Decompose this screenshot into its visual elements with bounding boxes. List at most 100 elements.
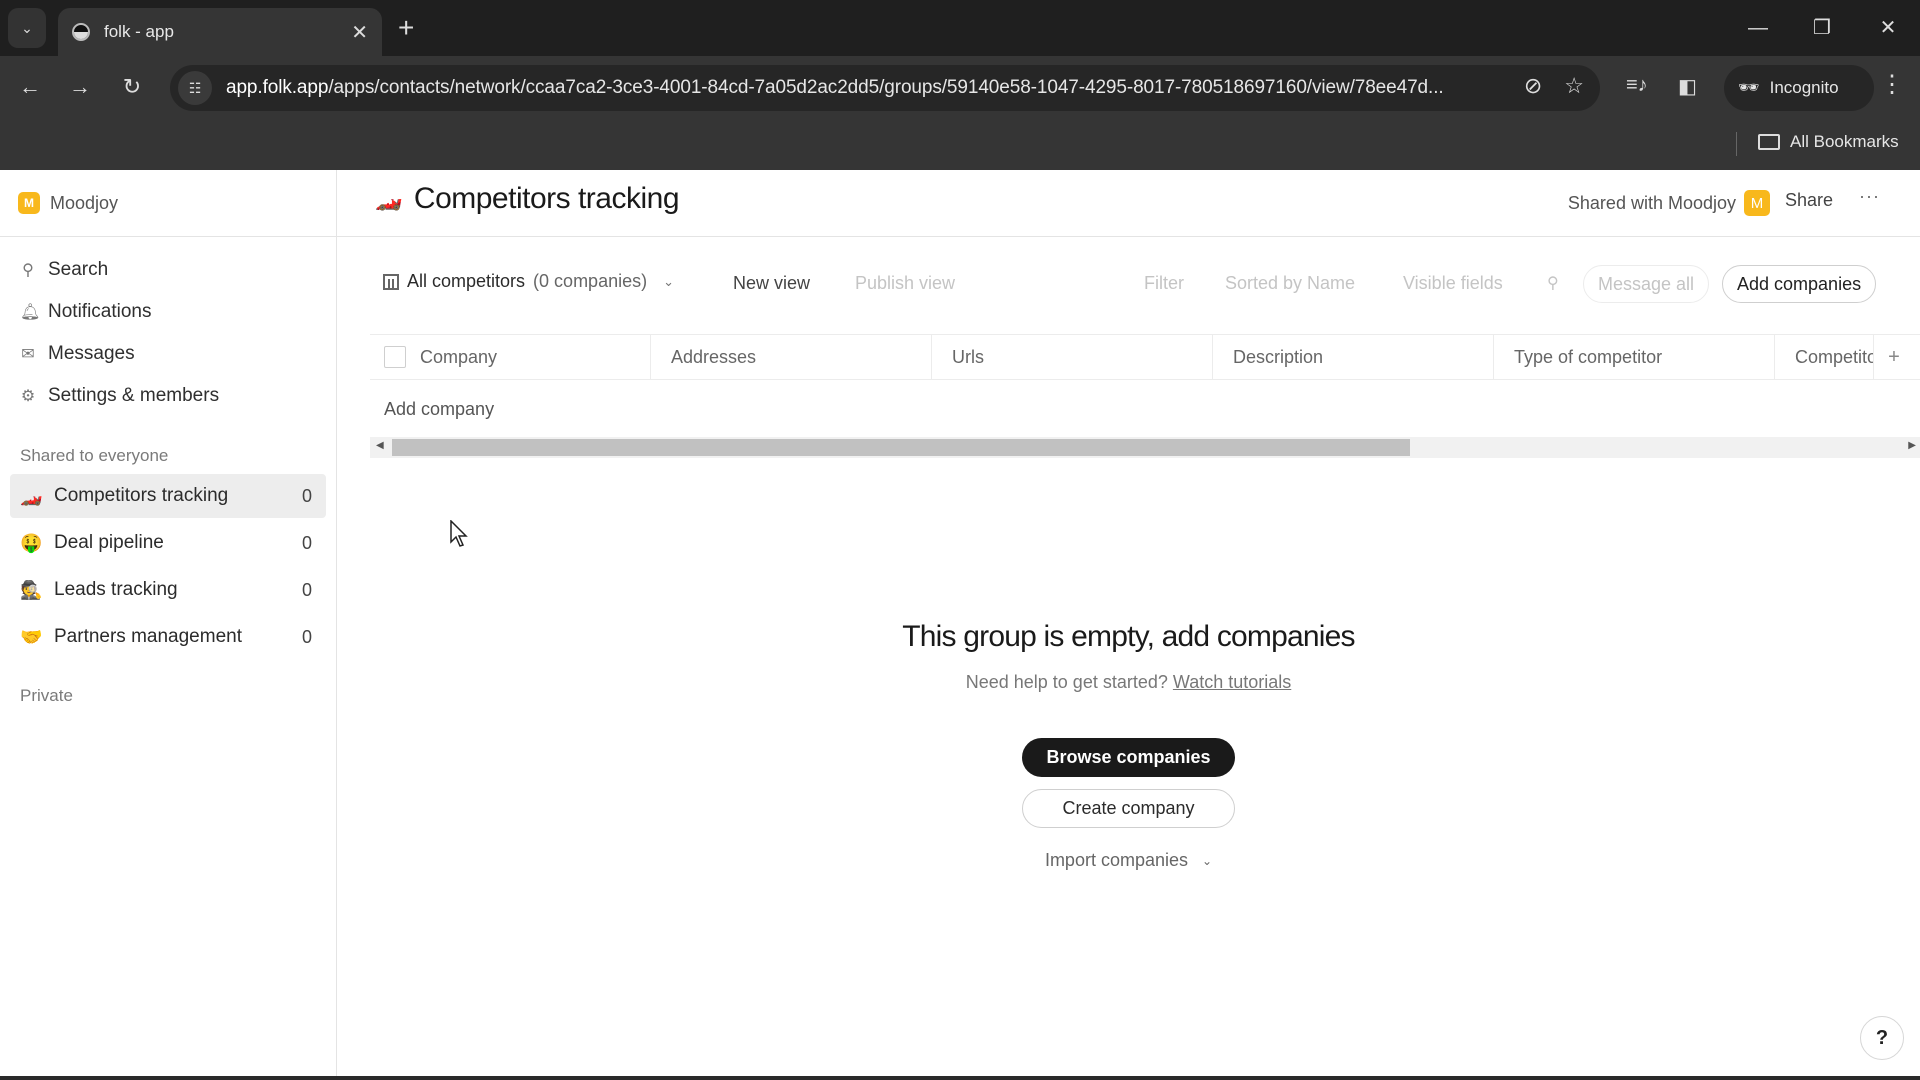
sidebar-nav: ⚲ Search 🔔︎ Notifications ✉ Messages ⚙ S… — [0, 237, 336, 417]
add-companies-button[interactable]: Add companies — [1722, 265, 1877, 303]
sidebar-group-competitors-tracking[interactable]: 🏎️ Competitors tracking 0 — [10, 474, 326, 518]
watch-tutorials-link[interactable]: Watch tutorials — [1173, 672, 1291, 692]
sidebar-item-messages[interactable]: ✉ Messages — [0, 333, 336, 375]
site-info-icon[interactable]: ☷ — [178, 71, 212, 105]
mail-icon: ✉ — [21, 346, 35, 363]
workspace-switcher[interactable]: M Moodjoy — [0, 170, 336, 237]
media-icon[interactable]: ≡♪ — [1626, 74, 1648, 97]
back-icon[interactable]: ← — [14, 72, 46, 102]
group-count: 0 — [301, 532, 312, 553]
handshake-icon: 🤝 — [20, 626, 43, 647]
star-icon[interactable]: ☆ — [1564, 73, 1584, 99]
sidebar-item-label: Messages — [48, 343, 135, 364]
folk-app: M Moodjoy ⚲ Search 🔔︎ Notifications ✉ Me… — [0, 170, 1920, 1076]
column-label: Company — [420, 346, 498, 367]
select-all-checkbox[interactable] — [384, 346, 406, 368]
filter-button[interactable]: Filter — [1144, 273, 1184, 294]
minimize-icon[interactable]: — — [1728, 12, 1788, 44]
search-icon[interactable]: ⚲ — [1547, 273, 1559, 293]
workspace-avatar: M — [1744, 190, 1770, 216]
url-text[interactable]: app.folk.app/apps/contacts/network/ccaa7… — [226, 77, 1516, 99]
create-company-button[interactable]: Create company — [1022, 789, 1235, 828]
horizontal-scrollbar[interactable]: ◀ ▶ — [370, 437, 1920, 458]
bookmarks-bar: All Bookmarks — [0, 120, 1920, 170]
page-title: 🏎️ Competitors tracking — [375, 182, 680, 216]
workspace-avatar: M — [18, 192, 40, 214]
column-header-competitors[interactable]: Competito — [1775, 335, 1874, 379]
group-label: Competitors tracking — [54, 485, 229, 506]
page-title-text: Competitors tracking — [413, 182, 680, 215]
page-header: 🏎️ Competitors tracking Shared with Mood… — [337, 170, 1920, 237]
add-column-icon[interactable]: + — [1874, 335, 1914, 379]
help-button[interactable]: ? — [1860, 1016, 1904, 1060]
table-header: Company Addresses Urls Description Type … — [370, 334, 1920, 380]
chevron-down-icon: ⌄ — [663, 273, 674, 289]
tab-search-icon[interactable]: ⌄ — [8, 8, 46, 48]
column-header-urls[interactable]: Urls — [932, 335, 1213, 379]
incognito-label: Incognito — [1769, 78, 1839, 97]
view-count: (0 companies) — [533, 271, 648, 291]
sidebar-item-settings[interactable]: ⚙ Settings & members — [0, 375, 336, 417]
table-view-icon — [383, 273, 399, 290]
workspace-name: Moodjoy — [50, 192, 119, 213]
sidebar-item-label: Notifications — [48, 301, 152, 322]
divider — [1736, 132, 1737, 156]
sidebar-item-search[interactable]: ⚲ Search — [0, 249, 336, 291]
close-tab-icon[interactable]: ✕ — [351, 20, 368, 45]
column-header-addresses[interactable]: Addresses — [651, 335, 932, 379]
column-header-description[interactable]: Description — [1213, 335, 1494, 379]
empty-state-help: Need help to get started? Watch tutorial… — [337, 672, 1920, 693]
sort-button[interactable]: Sorted by Name — [1225, 273, 1355, 294]
address-bar[interactable]: ☷ app.folk.app/apps/contacts/network/cca… — [170, 65, 1600, 111]
forward-icon[interactable]: → — [64, 72, 96, 102]
column-header-type-of-competitor[interactable]: Type of competitor — [1494, 335, 1775, 379]
browser-toolbar: ← → ↻ ☷ app.folk.app/apps/contacts/netwo… — [0, 56, 1920, 120]
eye-off-icon[interactable]: ⊘ — [1524, 73, 1542, 99]
publish-view-button[interactable]: Publish view — [855, 273, 955, 294]
new-view-button[interactable]: New view — [733, 273, 810, 294]
chevron-down-icon: ⌄ — [1202, 853, 1213, 868]
browser-tab-bar: ⌄ folk - app ✕ + — ❐ ✕ — [0, 0, 1920, 56]
sidebar-group-leads-tracking[interactable]: 🕵️ Leads tracking 0 — [10, 568, 326, 612]
incognito-button[interactable]: 🕶 Incognito — [1724, 65, 1874, 111]
sidebar-item-notifications[interactable]: 🔔︎ Notifications — [0, 291, 336, 333]
menu-icon[interactable]: ⋮ — [1880, 70, 1904, 99]
browse-companies-button[interactable]: Browse companies — [1022, 738, 1235, 777]
sidebar-item-label: Settings & members — [48, 385, 220, 406]
import-companies-dropdown[interactable]: Import companies ⌄ — [1045, 850, 1212, 871]
race-car-icon: 🏎️ — [20, 485, 43, 506]
share-button[interactable]: Share — [1785, 190, 1833, 211]
side-panel-icon[interactable]: ◧ — [1678, 74, 1697, 99]
sidebar: M Moodjoy ⚲ Search 🔔︎ Notifications ✉ Me… — [0, 170, 337, 1076]
view-selector[interactable]: All competitors (0 companies) ⌄ — [383, 271, 674, 292]
scrollbar-thumb[interactable] — [392, 439, 1410, 456]
taskbar-edge — [0, 1076, 1920, 1080]
window-close-icon[interactable]: ✕ — [1858, 12, 1918, 44]
sidebar-group-deal-pipeline[interactable]: 🤑 Deal pipeline 0 — [10, 521, 326, 565]
all-bookmarks-button[interactable]: All Bookmarks — [1758, 132, 1899, 152]
group-count: 0 — [301, 485, 312, 506]
shared-with-indicator[interactable]: Shared with Moodjoy M — [1568, 190, 1770, 216]
new-tab-icon[interactable]: + — [398, 12, 414, 44]
sidebar-item-label: Search — [48, 259, 109, 280]
reload-icon[interactable]: ↻ — [116, 72, 148, 102]
sidebar-group-partners-management[interactable]: 🤝 Partners management 0 — [10, 615, 326, 659]
scroll-right-icon[interactable]: ▶ — [1908, 440, 1916, 451]
bell-icon: 🔔︎ — [20, 304, 41, 321]
add-company-row[interactable]: Add company — [370, 380, 1920, 438]
restore-icon[interactable]: ❐ — [1792, 12, 1852, 44]
tab-title: folk - app — [104, 22, 174, 41]
more-options-icon[interactable]: ··· — [1859, 186, 1880, 207]
companies-table: Company Addresses Urls Description Type … — [370, 334, 1920, 458]
scroll-left-icon[interactable]: ◀ — [376, 440, 384, 451]
browser-tab[interactable]: folk - app ✕ — [58, 8, 382, 56]
column-header-company[interactable]: Company — [370, 335, 651, 379]
money-face-icon: 🤑 — [20, 532, 43, 553]
section-private: Private — [20, 686, 73, 705]
folder-icon — [1758, 134, 1780, 150]
url-path: /apps/contacts/network/ccaa7ca2-3ce3-400… — [328, 77, 1444, 98]
visible-fields-button[interactable]: Visible fields — [1403, 273, 1503, 294]
message-all-button[interactable]: Message all — [1583, 265, 1710, 303]
empty-state: This group is empty, add companies Need … — [337, 620, 1920, 871]
all-bookmarks-label: All Bookmarks — [1790, 132, 1899, 151]
